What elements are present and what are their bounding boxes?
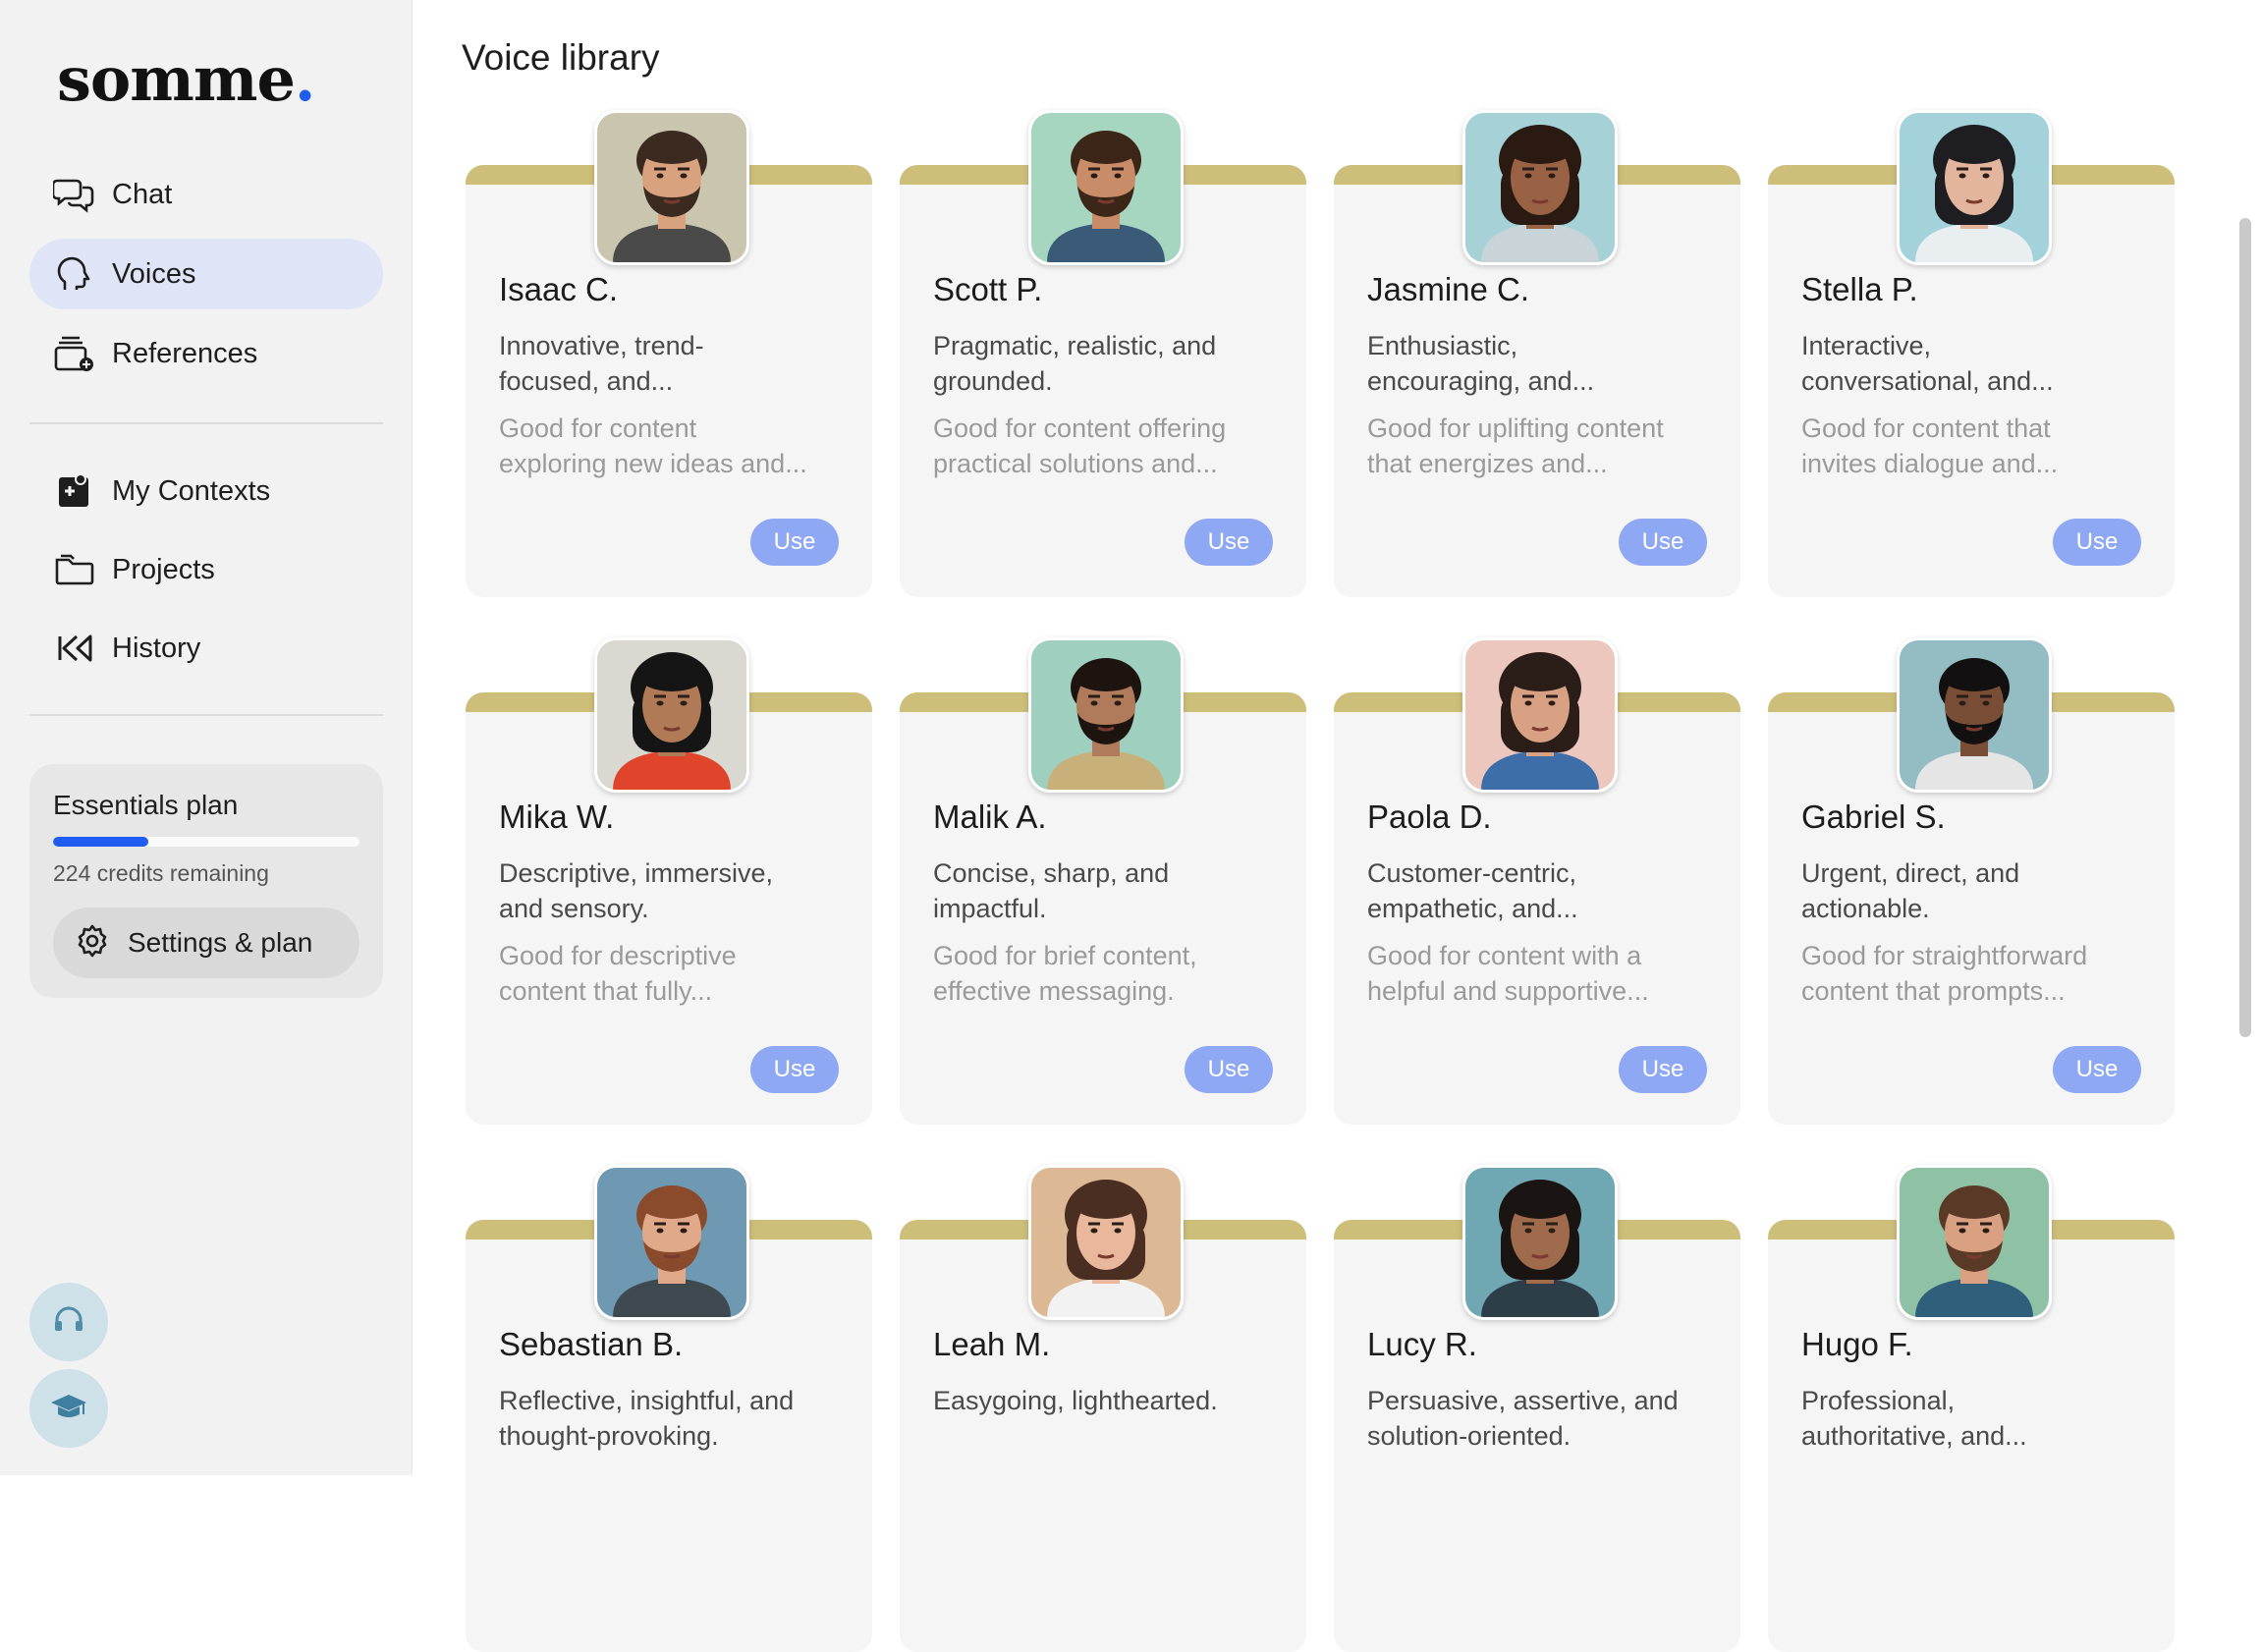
voice-avatar bbox=[594, 1165, 749, 1320]
voice-avatar bbox=[594, 637, 749, 793]
nav-item-references[interactable]: References bbox=[29, 318, 383, 389]
sidebar-divider bbox=[29, 714, 383, 716]
nav-label: My Contexts bbox=[112, 474, 271, 507]
voice-name: Sebastian B. bbox=[499, 1326, 684, 1362]
plan-usage-bar bbox=[53, 837, 359, 847]
voice-use-case: Good for uplifting content that energize… bbox=[1367, 413, 1664, 478]
nav-label: Voices bbox=[112, 257, 196, 290]
rewind-icon bbox=[53, 627, 96, 670]
puzzle-icon bbox=[53, 469, 96, 513]
plan-usage-fill bbox=[53, 837, 148, 847]
voice-use-case: Good for straightforward content that pr… bbox=[1801, 941, 2088, 1006]
support-button[interactable] bbox=[29, 1283, 108, 1361]
voice-avatar bbox=[1897, 110, 2052, 265]
use-voice-button[interactable]: Use bbox=[2053, 519, 2141, 566]
voice-avatar bbox=[1028, 1165, 1184, 1320]
use-voice-button[interactable]: Use bbox=[1619, 1046, 1707, 1093]
voice-description: Enthusiastic, encouraging, and... bbox=[1367, 331, 1595, 396]
use-voice-button[interactable]: Use bbox=[1185, 519, 1273, 566]
voice-name: Leah M. bbox=[933, 1326, 1051, 1362]
settings-plan-label: Settings & plan bbox=[128, 927, 313, 958]
voice-use-case: Good for content offering practical solu… bbox=[933, 413, 1227, 478]
use-voice-button[interactable]: Use bbox=[1619, 519, 1707, 566]
nav-item-projects[interactable]: Projects bbox=[29, 534, 383, 605]
voice-name: Gabriel S. bbox=[1801, 798, 1946, 835]
plan-name: Essentials plan bbox=[53, 790, 239, 820]
learn-button[interactable] bbox=[29, 1369, 108, 1448]
voice-name: Mika W. bbox=[499, 798, 615, 835]
voice-name: Isaac C. bbox=[499, 271, 619, 307]
voice-avatar bbox=[1028, 637, 1184, 793]
voice-avatar bbox=[1897, 637, 2052, 793]
voice-name: Jasmine C. bbox=[1367, 271, 1530, 307]
gear-icon bbox=[75, 923, 110, 964]
voice-avatar bbox=[1462, 637, 1618, 793]
nav-item-my-contexts[interactable]: My Contexts bbox=[29, 456, 383, 526]
voice-name: Hugo F. bbox=[1801, 1326, 1913, 1362]
sidebar: somme. Chat Voices References My Context… bbox=[0, 0, 413, 1475]
brand-name: somme bbox=[57, 43, 296, 115]
nav-label: History bbox=[112, 632, 201, 664]
voice-description: Interactive, conversational, and... bbox=[1801, 331, 2054, 396]
voice-name: Paola D. bbox=[1367, 798, 1492, 835]
voice-description: Persuasive, assertive, and solution-orie… bbox=[1367, 1386, 1679, 1451]
plan-card: Essentials plan 224 credits remaining Se… bbox=[29, 764, 383, 998]
voice-avatar bbox=[1897, 1165, 2052, 1320]
voice-avatar bbox=[1028, 110, 1184, 265]
voice-name: Scott P. bbox=[933, 271, 1043, 307]
brand-logo[interactable]: somme. bbox=[57, 43, 315, 115]
voice-description: Customer-centric, empathetic, and... bbox=[1367, 858, 1578, 923]
voice-name: Stella P. bbox=[1801, 271, 1918, 307]
voice-use-case: Good for brief content, effective messag… bbox=[933, 941, 1197, 1006]
voice-name: Lucy R. bbox=[1367, 1326, 1477, 1362]
folder-icon bbox=[53, 548, 96, 591]
references-icon bbox=[53, 332, 96, 375]
use-voice-button[interactable]: Use bbox=[750, 519, 839, 566]
voice-avatar bbox=[594, 110, 749, 265]
voice-description: Pragmatic, realistic, and grounded. bbox=[933, 331, 1217, 396]
graduation-cap-icon bbox=[49, 1391, 88, 1427]
settings-plan-button[interactable]: Settings & plan bbox=[53, 908, 359, 978]
voice-name: Malik A. bbox=[933, 798, 1047, 835]
voice-avatar bbox=[1462, 110, 1618, 265]
sidebar-divider bbox=[29, 422, 383, 424]
nav-label: Chat bbox=[112, 178, 173, 210]
voice-head-icon bbox=[53, 252, 96, 296]
headset-icon bbox=[52, 1305, 85, 1340]
voice-avatar bbox=[1462, 1165, 1618, 1320]
use-voice-button[interactable]: Use bbox=[750, 1046, 839, 1093]
plan-credits: 224 credits remaining bbox=[53, 860, 269, 886]
nav-item-chat[interactable]: Chat bbox=[29, 159, 383, 230]
voice-use-case: Good for descriptive content that fully.… bbox=[499, 941, 737, 1006]
voice-use-case: Good for content exploring new ideas and… bbox=[499, 413, 807, 478]
voice-use-case: Good for content that invites dialogue a… bbox=[1801, 413, 2059, 478]
voice-description: Descriptive, immersive, and sensory. bbox=[499, 858, 774, 923]
voice-description: Concise, sharp, and impactful. bbox=[933, 858, 1170, 923]
voice-use-case: Good for content with a helpful and supp… bbox=[1367, 941, 1649, 1006]
voice-description: Innovative, trend- focused, and... bbox=[499, 331, 704, 396]
nav-label: References bbox=[112, 337, 258, 369]
nav-item-voices[interactable]: Voices bbox=[29, 239, 383, 309]
nav-item-history[interactable]: History bbox=[29, 613, 383, 684]
voice-description: Reflective, insightful, and thought-prov… bbox=[499, 1386, 795, 1451]
voice-description: Easygoing, lighthearted. bbox=[933, 1386, 1218, 1415]
chat-icon bbox=[53, 173, 96, 216]
use-voice-button[interactable]: Use bbox=[1185, 1046, 1273, 1093]
use-voice-button[interactable]: Use bbox=[2053, 1046, 2141, 1093]
voice-description: Urgent, direct, and actionable. bbox=[1801, 858, 2020, 923]
brand-dot: . bbox=[294, 43, 316, 115]
voice-description: Professional, authoritative, and... bbox=[1801, 1386, 2027, 1451]
scrollbar-thumb[interactable] bbox=[2239, 218, 2251, 1037]
voice-grid: Isaac C. Innovative, trend- focused, and.… bbox=[466, 0, 2178, 1652]
nav-label: Projects bbox=[112, 553, 215, 585]
